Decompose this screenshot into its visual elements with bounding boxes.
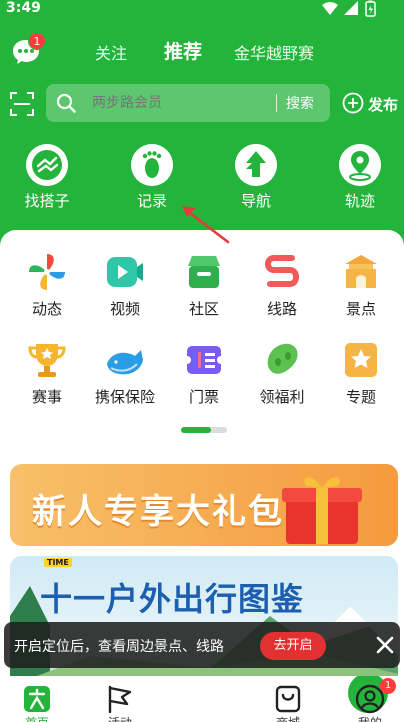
- quick-action-track[interactable]: 轨迹: [325, 144, 395, 210]
- search-icon: [56, 93, 76, 113]
- category-insurance[interactable]: 携保保险: [87, 340, 163, 416]
- partner-icon: [26, 144, 68, 186]
- category-scenic-spot[interactable]: 景点: [323, 252, 399, 328]
- status-icons: [322, 0, 376, 17]
- route-icon: [265, 255, 299, 287]
- status-time: 3:49: [6, 0, 41, 16]
- category-label: 携保保险: [94, 388, 155, 406]
- category-label: 门票: [188, 388, 219, 406]
- pinwheel-icon: [29, 254, 65, 290]
- quick-action-find-partner[interactable]: 找搭子: [12, 144, 82, 210]
- scan-icon[interactable]: [10, 92, 34, 116]
- category-label: 景点: [345, 300, 376, 318]
- trophy-icon: [28, 344, 66, 377]
- category-pager: [181, 427, 227, 433]
- bean-icon: [267, 343, 298, 374]
- enable-location-button[interactable]: 去开启: [260, 632, 326, 660]
- scenic-spot-icon: [345, 255, 377, 288]
- track-icon: [339, 144, 381, 186]
- battery-icon: [365, 0, 376, 17]
- category-tickets[interactable]: 门票: [166, 340, 242, 416]
- quick-action-label: 记录: [136, 192, 167, 210]
- search-row: 搜索 发布: [0, 84, 404, 124]
- nav-label: 首页: [0, 714, 77, 722]
- quick-action-label: 轨迹: [344, 192, 375, 210]
- status-bar: 3:49: [0, 0, 404, 20]
- profile-badge: 1: [380, 678, 396, 694]
- location-toast: 开启定位后，查看周边景点、线路 去开启: [4, 622, 400, 668]
- tab-follow[interactable]: 关注: [95, 40, 127, 64]
- category-label: 赛事: [31, 388, 62, 406]
- search-divider: [276, 94, 277, 112]
- category-topics[interactable]: 专题: [323, 340, 399, 416]
- category-events[interactable]: 赛事: [9, 340, 85, 416]
- footprint-icon: [131, 144, 173, 186]
- ticket-icon: [184, 346, 224, 374]
- nav-profile[interactable]: 1 我的: [330, 676, 404, 722]
- annotation-arrow-icon: [182, 206, 230, 244]
- category-route[interactable]: 线路: [244, 252, 320, 328]
- category-video[interactable]: 视频: [87, 252, 163, 328]
- quick-action-label: 找搭子: [24, 192, 70, 210]
- nav-activities[interactable]: 活动: [80, 676, 160, 722]
- runner-icon: [195, 681, 215, 710]
- banner-title: 十一户外出行图鉴: [40, 580, 305, 618]
- home-icon: [24, 686, 50, 712]
- wifi-icon: [322, 2, 338, 15]
- navigation-icon: [235, 144, 277, 186]
- community-icon: [188, 256, 220, 288]
- time-tag: TIME: [44, 558, 72, 567]
- tab-jinhua-trail-race[interactable]: 金华越野赛: [234, 40, 314, 64]
- tab-recommend[interactable]: 推荐: [164, 37, 202, 64]
- category-label: 社区: [188, 300, 219, 318]
- category-feed[interactable]: 动态: [9, 252, 85, 328]
- search-box: 搜索: [46, 84, 330, 122]
- search-input[interactable]: [92, 92, 272, 114]
- category-label: 领福利: [259, 388, 305, 406]
- plus-circle-icon: [342, 92, 364, 114]
- video-icon: [107, 257, 143, 287]
- quick-action-record[interactable]: 记录: [117, 144, 187, 210]
- bag-icon: [275, 685, 301, 713]
- whale-icon: [107, 350, 143, 375]
- close-icon[interactable]: [374, 634, 396, 656]
- toast-message: 开启定位后，查看周边景点、线路: [14, 639, 224, 655]
- nav-label: 我的: [330, 714, 404, 722]
- nav-home[interactable]: 首页: [0, 676, 77, 722]
- star-topic-icon: [345, 343, 377, 377]
- message-badge: 1: [28, 32, 46, 50]
- category-community[interactable]: 社区: [166, 252, 242, 328]
- nav-shop[interactable]: 商城: [248, 676, 328, 722]
- flag-icon: [108, 685, 132, 714]
- category-label: 动态: [31, 300, 62, 318]
- banner-newcomer-gift[interactable]: 新人专享大礼包: [10, 464, 398, 546]
- gift-box-icon: [282, 477, 362, 544]
- nav-sport-record[interactable]: [164, 676, 391, 722]
- category-benefits[interactable]: 领福利: [244, 340, 320, 416]
- banner-title: 新人专享大礼包: [32, 492, 284, 532]
- category-label: 视频: [109, 300, 140, 318]
- publish-label: 发布: [368, 96, 399, 114]
- category-label: 线路: [266, 300, 297, 318]
- pager-active-indicator: [181, 427, 211, 433]
- top-navigation: 1 关注 推荐 金华越野赛: [0, 28, 404, 72]
- nav-label: 商城: [248, 714, 328, 722]
- bottom-navigation: 首页 活动 商城 1 我的: [0, 676, 404, 722]
- category-label: 专题: [345, 388, 376, 406]
- search-button[interactable]: 搜索: [286, 93, 314, 113]
- quick-action-navigation[interactable]: 导航: [221, 144, 291, 210]
- signal-icon: [344, 1, 358, 15]
- nav-label: 活动: [80, 714, 160, 722]
- publish-button[interactable]: 发布: [340, 92, 404, 116]
